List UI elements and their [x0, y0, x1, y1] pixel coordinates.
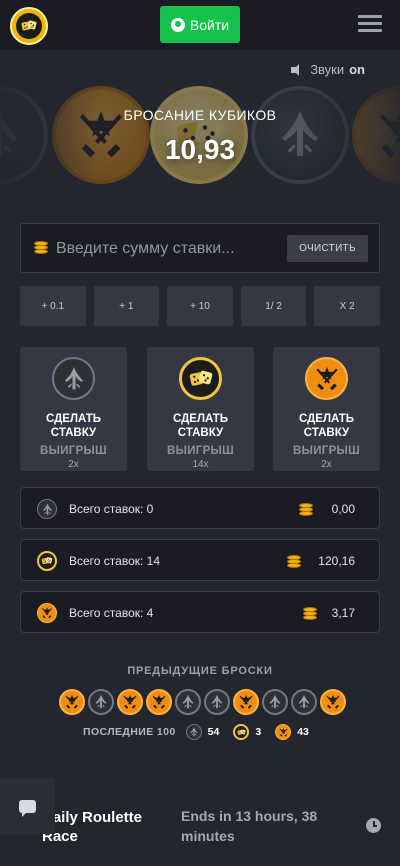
login-label: Войти	[189, 16, 230, 33]
coin-stack-icon	[299, 503, 313, 516]
race-ends: Ends in 13 hours, 38 minutes	[181, 808, 318, 844]
steam-login-button[interactable]: Войти	[160, 6, 240, 43]
bet-input-box: ОЧИСТИТЬ	[20, 223, 380, 273]
ct-icon	[88, 689, 114, 715]
t-knives-icon	[233, 689, 259, 715]
t-knives-icon	[275, 724, 292, 740]
total-bets-dice: Всего ставок: 14 120,16	[20, 539, 380, 581]
total-label: Всего ставок: 14	[69, 554, 161, 568]
add-10-button[interactable]: + 10	[167, 286, 233, 326]
bet-card-t[interactable]: СДЕЛАТЬ СТАВКУ ВЫИГРЫШ 2x	[273, 347, 380, 471]
total-amount: 3,17	[331, 606, 355, 620]
t-count: 43	[297, 726, 309, 738]
roll-title: БРОСАНИЕ КУБИКОВ	[123, 107, 277, 123]
ct-icon	[204, 689, 230, 715]
t-knives-icon	[37, 603, 57, 623]
total-amount: 0,00	[331, 502, 355, 516]
win-label: ВЫИГРЫШ	[293, 445, 360, 457]
card-label: СДЕЛАТЬ СТАВКУ	[45, 413, 102, 439]
clock-icon	[366, 818, 381, 833]
ct-count: 54	[207, 726, 220, 738]
total-label: Всего ставок: 4	[69, 606, 154, 620]
steam-icon	[170, 17, 185, 32]
win-label: ВЫИГРЫШ	[167, 445, 234, 457]
ct-icon	[52, 357, 95, 400]
card-label: СДЕЛАТЬ СТАВКУ	[172, 413, 229, 439]
previous-rolls-title: ПРЕДЫДУЩИЕ БРОСКИ	[127, 665, 273, 677]
dice-icon	[233, 724, 250, 740]
speaker-icon	[291, 63, 305, 76]
sound-state: on	[349, 62, 365, 77]
t-knives-icon	[117, 689, 143, 715]
add-1-button[interactable]: + 1	[93, 286, 160, 326]
sound-toggle[interactable]: Звуки on	[291, 62, 365, 77]
sound-label: Звуки	[310, 62, 345, 77]
bet-amount-input[interactable]	[56, 237, 291, 261]
dice-count: 3	[255, 726, 262, 738]
card-label: СДЕЛАТЬ СТАВКУ	[298, 413, 355, 439]
ct-icon	[262, 689, 288, 715]
ct-icon	[37, 499, 57, 519]
total-bets-ct: Всего ставок: 0 0,00	[20, 487, 380, 529]
last-100-label: ПОСЛЕДНИЕ 100	[83, 726, 176, 738]
race-title: Daily Roulette Race	[42, 809, 143, 845]
add-0-1-button[interactable]: + 0.1	[20, 286, 86, 326]
top-bar: Войти	[0, 0, 400, 50]
total-label: Всего ставок: 0	[69, 502, 154, 516]
coin-stack-icon	[303, 607, 317, 620]
win-label: ВЫИГРЫШ	[40, 445, 107, 457]
chat-button[interactable]	[0, 778, 55, 834]
dice-icon	[37, 551, 57, 571]
dice-icon	[16, 13, 42, 39]
bet-card-ct[interactable]: СДЕЛАТЬ СТАВКУ ВЫИГРЫШ 2x	[20, 347, 127, 471]
ct-icon	[291, 689, 317, 715]
last-100-summary: ПОСЛЕДНИЕ 100 54 3 43	[83, 724, 317, 740]
total-amount: 120,16	[318, 554, 355, 568]
hamburger-menu-icon[interactable]	[358, 15, 382, 35]
double-button[interactable]: X 2	[314, 286, 380, 326]
ct-icon	[175, 689, 201, 715]
dice-icon	[179, 357, 222, 400]
chat-bubble-icon	[19, 799, 36, 817]
coin-stack-icon	[287, 555, 301, 568]
t-knives-icon	[146, 689, 172, 715]
roll-value: 10,93	[164, 134, 236, 165]
t-knives-icon	[305, 357, 348, 400]
coin-stack-icon	[34, 241, 48, 254]
multiplier: 2x	[68, 459, 79, 470]
previous-rolls-list	[59, 689, 349, 715]
total-bets-t: Всего ставок: 4 3,17	[20, 591, 380, 633]
bet-modifiers: + 0.1 + 1 + 10 1/ 2 X 2	[20, 286, 380, 326]
half-button[interactable]: 1/ 2	[240, 286, 307, 326]
site-logo[interactable]	[10, 7, 48, 45]
multiplier: 2x	[321, 459, 332, 470]
ct-icon	[185, 724, 202, 740]
multiplier: 14x	[192, 459, 209, 470]
t-knives-icon	[59, 689, 85, 715]
clear-button[interactable]: ОЧИСТИТЬ	[287, 235, 368, 262]
t-knives-icon	[320, 689, 346, 715]
bet-card-dice[interactable]: СДЕЛАТЬ СТАВКУ ВЫИГРЫШ 14x	[147, 347, 254, 471]
